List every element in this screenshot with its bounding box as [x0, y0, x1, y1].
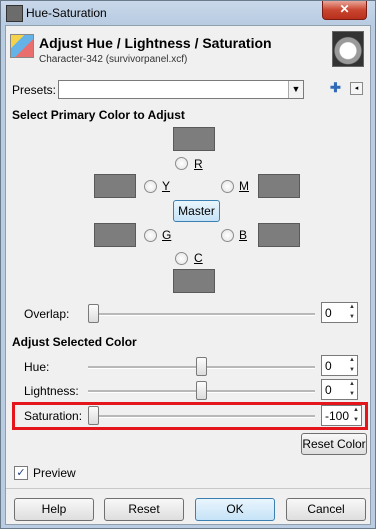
radio-cyan[interactable] [175, 252, 188, 265]
radio-cyan-label[interactable]: C [194, 251, 203, 265]
spin-up-icon[interactable]: ▲ [347, 356, 357, 365]
overlap-value: 0 [325, 306, 332, 320]
radio-yellow-label[interactable]: Y [162, 179, 170, 193]
window-title: Hue-Saturation [26, 6, 107, 20]
hue-saturation-window: Hue-Saturation ✕ Adjust Hue / Lightness … [0, 0, 376, 529]
preview-label[interactable]: Preview [33, 466, 76, 480]
hue-label: Hue: [24, 360, 50, 374]
spin-up-icon[interactable]: ▲ [347, 380, 357, 389]
radio-green[interactable] [144, 229, 157, 242]
magenta-swatch [258, 174, 300, 198]
spin-down-icon[interactable]: ▼ [351, 416, 361, 425]
image-thumbnail [332, 31, 364, 67]
adjust-heading: Adjust Selected Color [12, 335, 137, 349]
spin-up-icon[interactable]: ▲ [351, 406, 361, 415]
hue-spinner[interactable]: 0 ▲ ▼ [321, 355, 358, 376]
yellow-swatch [94, 174, 136, 198]
presets-label: Presets: [12, 83, 57, 97]
green-swatch [94, 223, 136, 247]
lightness-spinner[interactable]: 0 ▲ ▼ [321, 379, 358, 400]
saturation-label: Saturation: [24, 409, 83, 423]
lightness-value: 0 [325, 383, 332, 397]
ok-label: OK [226, 502, 244, 516]
preview-checkbox[interactable]: ✓ [14, 466, 28, 480]
cancel-label: Cancel [307, 502, 345, 516]
spin-down-icon[interactable]: ▼ [347, 366, 357, 375]
radio-red[interactable] [175, 157, 188, 170]
overlap-label: Overlap: [24, 307, 70, 321]
spin-down-icon[interactable]: ▼ [347, 390, 357, 399]
reset-label: Reset [128, 502, 160, 516]
radio-blue-label[interactable]: B [239, 228, 247, 242]
image-name: Character-342 (survivorpanel.xcf) [39, 54, 188, 65]
primary-color-heading: Select Primary Color to Adjust [12, 108, 185, 122]
help-button[interactable]: Help [14, 498, 94, 521]
saturation-slider-track[interactable] [88, 415, 315, 418]
ok-button[interactable]: OK [195, 498, 275, 521]
radio-yellow[interactable] [144, 180, 157, 193]
close-button[interactable]: ✕ [322, 1, 367, 20]
radio-red-label[interactable]: R [194, 157, 203, 171]
title-bar[interactable]: Hue-Saturation ✕ [1, 1, 375, 25]
reset-color-label: Reset Color [302, 437, 366, 451]
add-preset-icon[interactable]: ✚ [330, 80, 341, 96]
red-swatch [173, 127, 215, 151]
saturation-slider-handle[interactable] [88, 406, 99, 425]
dialog-heading: Adjust Hue / Lightness / Saturation [39, 35, 272, 51]
presets-combo[interactable]: ▼ [58, 80, 304, 99]
app-icon [6, 5, 23, 22]
saturation-value: -100 [325, 409, 350, 423]
hue-saturation-icon [10, 34, 34, 58]
blue-swatch [258, 223, 300, 247]
hue-value: 0 [325, 359, 332, 373]
overlap-spinner[interactable]: 0 ▲ ▼ [321, 302, 358, 323]
hue-slider-handle[interactable] [196, 357, 207, 376]
cancel-button[interactable]: Cancel [286, 498, 366, 521]
help-label: Help [41, 502, 67, 516]
reset-button[interactable]: Reset [104, 498, 184, 521]
reset-color-button[interactable]: Reset Color [301, 433, 367, 455]
presets-menu-icon[interactable]: ◂ [350, 82, 363, 95]
overlap-slider-handle[interactable] [88, 304, 99, 323]
dialog-client: Adjust Hue / Lightness / Saturation Char… [5, 25, 371, 525]
saturation-spinner[interactable]: -100 ▲ ▼ [321, 405, 362, 426]
radio-blue[interactable] [221, 229, 234, 242]
radio-magenta[interactable] [221, 180, 234, 193]
cyan-swatch [173, 269, 215, 293]
overlap-slider-track[interactable] [88, 313, 315, 316]
radio-magenta-label[interactable]: M [239, 179, 249, 193]
chevron-down-icon[interactable]: ▼ [288, 81, 303, 98]
master-label: Master [178, 204, 215, 218]
dialog-header: Adjust Hue / Lightness / Saturation Char… [6, 26, 370, 72]
lightness-slider-handle[interactable] [196, 381, 207, 400]
master-button[interactable]: Master [173, 200, 220, 222]
divider [6, 488, 370, 489]
spin-down-icon[interactable]: ▼ [347, 313, 357, 322]
radio-green-label[interactable]: G [162, 228, 171, 242]
spin-up-icon[interactable]: ▲ [347, 303, 357, 312]
lightness-label: Lightness: [24, 384, 79, 398]
